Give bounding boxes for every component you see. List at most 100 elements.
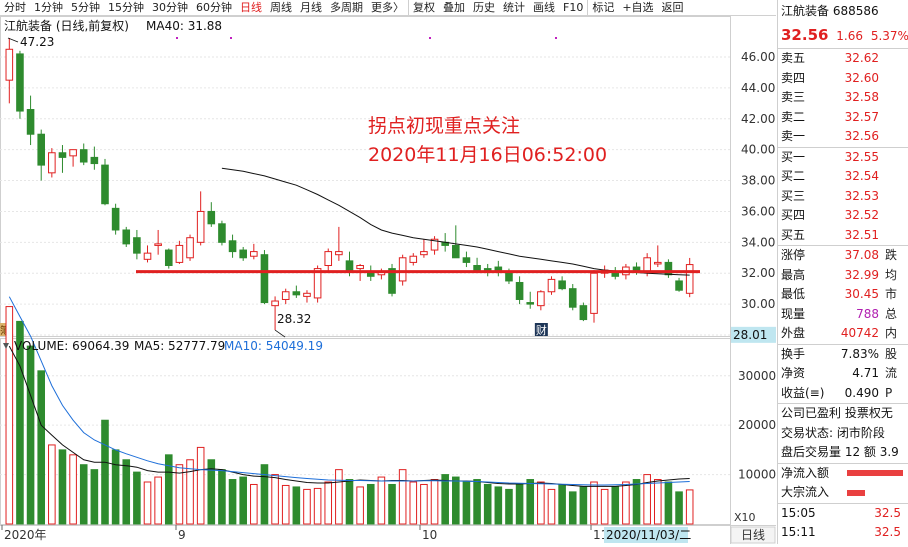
- toolbar-item-7[interactable]: 周线: [266, 0, 296, 15]
- toolbar-item-16[interactable]: F10: [559, 0, 587, 15]
- volume-bar: [494, 486, 503, 525]
- candle: [122, 229, 131, 245]
- price-change: 1.66: [836, 29, 863, 43]
- candle: [537, 291, 545, 307]
- toolbar-item-13[interactable]: 历史: [469, 0, 499, 15]
- toolbar-item-18[interactable]: +自选: [618, 0, 657, 15]
- toolbar-item-5[interactable]: 60分钟: [192, 0, 236, 15]
- candle: [250, 251, 258, 257]
- volume-bar: [568, 491, 577, 525]
- candle: [398, 257, 407, 282]
- stat-extra: 总: [885, 306, 898, 321]
- stat-value: 32.99: [844, 267, 879, 282]
- candle: [48, 152, 56, 174]
- volume-bar: [196, 446, 205, 525]
- toolbar-item-17[interactable]: 标记: [587, 0, 618, 15]
- kline-header-name: 江航装备 (日线,前复权): [4, 18, 129, 33]
- toolbar-item-6[interactable]: 日线: [236, 0, 266, 15]
- volume-ma10-line: [8, 296, 690, 486]
- top-dot: [555, 37, 557, 39]
- flow-bar-2: [846, 489, 865, 496]
- volume-bar: [313, 487, 322, 525]
- stat-row: 现量 788 总: [778, 305, 908, 325]
- bid-value: 32.54: [844, 169, 879, 183]
- price-pct: 5.37%: [870, 29, 908, 43]
- volume-bar: [420, 483, 428, 525]
- period-button[interactable]: 日线: [741, 528, 765, 542]
- volume-unit: X10: [734, 511, 756, 524]
- toolbar-item-1[interactable]: 1分钟: [30, 0, 67, 15]
- volume-bar: [111, 449, 120, 525]
- ask-value: 32.58: [844, 90, 879, 104]
- stat-extra: 均: [885, 267, 898, 282]
- volume-bar: [505, 488, 513, 525]
- candle: [494, 266, 503, 271]
- stat2-row: 净资 4.71 流: [778, 364, 908, 384]
- stat-row: 最高 32.99 均: [778, 266, 908, 286]
- low-label: 28.32: [277, 312, 311, 326]
- volume-bar: [462, 481, 471, 525]
- toolbar-item-11[interactable]: 复权: [408, 0, 439, 15]
- volume-bar: [218, 469, 226, 525]
- volume-bar: [143, 481, 152, 525]
- stat-value: 40742: [840, 326, 879, 340]
- candle: [164, 249, 173, 267]
- volume-bar: [79, 464, 88, 525]
- candle: [611, 272, 620, 277]
- kline-chart-svg[interactable]: 财簿 46.0044.0042.0040.0038.0036.0034.0032…: [0, 16, 776, 544]
- candle: [79, 149, 88, 163]
- volume-bar: [600, 488, 609, 525]
- stat2-value: 0.490: [844, 385, 879, 400]
- flow-label-1: 净流入额: [781, 465, 830, 480]
- toolbar-item-2[interactable]: 5分钟: [67, 0, 104, 15]
- flow-label-2: 大宗流入: [781, 485, 830, 499]
- toolbar-item-4[interactable]: 30分钟: [148, 0, 192, 15]
- candle: [281, 291, 290, 300]
- toolbar-item-3[interactable]: 15分钟: [104, 0, 148, 15]
- volume-bar: [515, 483, 524, 525]
- volume-bar: [664, 481, 673, 525]
- bid-label: 买五: [781, 227, 806, 242]
- bid-value: 32.53: [844, 188, 879, 203]
- stat2-extra: 股: [885, 346, 898, 361]
- flow-block: 净流入额 大宗流入: [778, 464, 908, 504]
- bid-label: 买二: [781, 169, 806, 183]
- price-tick-label: 42.00: [741, 112, 775, 126]
- ask-row: 卖一 32.56: [778, 127, 908, 147]
- toolbar-item-0[interactable]: 分时: [0, 0, 30, 15]
- volume-bar: [303, 488, 311, 525]
- toolbar-item-9[interactable]: 多周期: [326, 0, 367, 15]
- candle: [409, 255, 418, 263]
- flow-bar-1: [846, 470, 903, 476]
- chart-area[interactable]: 财簿 46.00 44.00 42.00 40.00 38.00 36.00 34.00 32…: [0, 16, 776, 544]
- toolbar-item-10[interactable]: 更多〉: [367, 0, 408, 15]
- info-line-2: 交易状态: 闭市阶段: [781, 425, 885, 440]
- toolbar-item-19[interactable]: 返回: [658, 0, 688, 15]
- ma40-line: [221, 167, 690, 276]
- toolbar-item-12[interactable]: 叠加: [439, 0, 469, 15]
- candle: [366, 272, 375, 277]
- volume-bar: [133, 471, 141, 525]
- candle: [473, 265, 481, 271]
- toolbar-item-15[interactable]: 画线: [529, 0, 559, 15]
- volume-bar: [675, 491, 683, 525]
- volume-bar: [37, 370, 46, 525]
- tick-row: 15:11 32.5: [778, 523, 908, 543]
- volume-bar: [154, 476, 162, 525]
- price-tick-label: 46.00: [741, 50, 775, 64]
- volume-bar: [366, 483, 375, 525]
- stat-label: 现量: [781, 306, 806, 321]
- info-line-3: 盘后交易量 12 额 3.9: [781, 445, 899, 459]
- stat2-extra: P: [885, 385, 893, 400]
- info-line-1: 公司已盈利 投票权无: [781, 406, 893, 420]
- toolbar-item-14[interactable]: 统计: [499, 0, 529, 15]
- tick-time: 15:05: [781, 505, 816, 520]
- top-dot: [176, 37, 178, 39]
- toolbar-item-8[interactable]: 月线: [296, 0, 326, 15]
- volume-bar: [590, 481, 598, 525]
- candle: [228, 240, 237, 253]
- candle: [260, 254, 269, 304]
- candle: [101, 164, 109, 205]
- flow-row-2: 大宗流入: [778, 483, 908, 503]
- stat2-row: 收益(≡) 0.490 P: [778, 384, 908, 404]
